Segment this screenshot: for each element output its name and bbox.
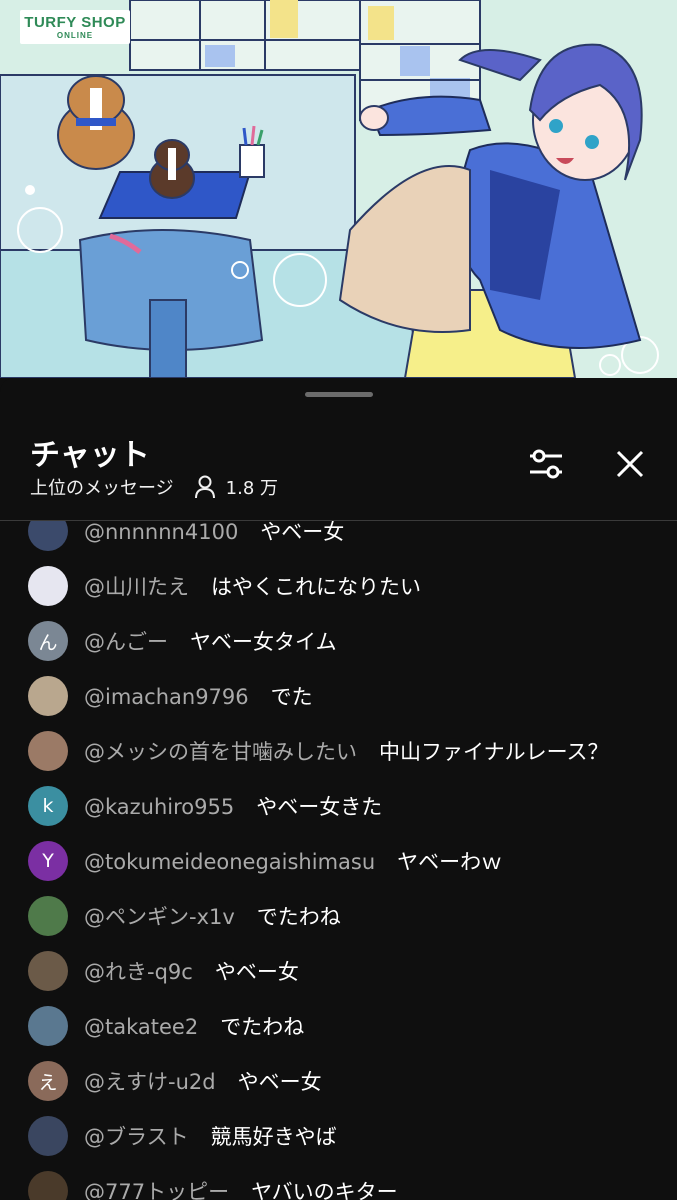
chat-message-text: ヤバいのキター bbox=[251, 1180, 398, 1200]
avatar[interactable]: ん bbox=[28, 621, 68, 661]
chat-author-name[interactable]: @んごー bbox=[84, 630, 168, 654]
avatar[interactable]: え bbox=[28, 1061, 68, 1101]
filter-button[interactable] bbox=[524, 444, 568, 484]
chat-message[interactable]: @山川たえ はやくこれになりたい bbox=[0, 566, 677, 606]
chat-author-name[interactable]: @れき-q9c bbox=[84, 960, 193, 984]
avatar[interactable] bbox=[28, 1006, 68, 1046]
chat-message-line: @山川たえ はやくこれになりたい bbox=[84, 571, 421, 601]
chat-message[interactable]: @takatee2 でたわね bbox=[0, 1006, 677, 1046]
chat-author-name[interactable]: @tokumeideonegaishimasu bbox=[84, 850, 375, 874]
drag-handle[interactable] bbox=[305, 392, 373, 397]
chat-message-text: でた bbox=[270, 685, 313, 709]
avatar[interactable] bbox=[28, 676, 68, 716]
avatar[interactable] bbox=[28, 1171, 68, 1200]
chat-message-line: @kazuhiro955 やベー女きた bbox=[84, 791, 382, 821]
chat-message-text: 競馬好きやば bbox=[210, 1125, 337, 1149]
chat-message-line: @777トッピー ヤバいのキター bbox=[84, 1176, 398, 1200]
chat-message-line: @tokumeideonegaishimasu ヤベーわｗ bbox=[84, 846, 502, 876]
chat-panel: チャット 上位のメッセージ 1.8 万 @nnnnnn4100 やベー女 @山川たえ… bbox=[0, 378, 677, 1200]
chat-message-text: やベー女 bbox=[260, 521, 345, 544]
chat-message[interactable]: @nnnnnn4100 やベー女 bbox=[0, 521, 677, 551]
chat-message-text: ヤベーわｗ bbox=[397, 850, 503, 874]
chat-message[interactable]: Y @tokumeideonegaishimasu ヤベーわｗ bbox=[0, 841, 677, 881]
avatar[interactable]: k bbox=[28, 786, 68, 826]
brand-logo: TURFY SHOP ONLINE bbox=[20, 10, 130, 44]
chat-author-name[interactable]: @imachan9796 bbox=[84, 685, 249, 709]
chat-message-text: 中山ファイナルレース？ bbox=[379, 740, 609, 764]
chat-message[interactable]: k @kazuhiro955 やベー女きた bbox=[0, 786, 677, 826]
viewer-count-value: 1.8 万 bbox=[225, 478, 278, 499]
chat-message-line: @メッシの首を甘噛みしたい 中山ファイナルレース？ bbox=[84, 736, 609, 766]
chat-subheader: 上位のメッセージ 1.8 万 bbox=[30, 474, 278, 500]
chat-message-line: @imachan9796 でた bbox=[84, 681, 313, 711]
chat-mode-selector[interactable]: 上位のメッセージ bbox=[30, 474, 174, 500]
chat-message-text: やベー女 bbox=[214, 960, 299, 984]
chat-message[interactable]: @777トッピー ヤバいのキター bbox=[0, 1171, 677, 1200]
chat-message-text: やベー女きた bbox=[256, 795, 383, 819]
chat-message[interactable]: @imachan9796 でた bbox=[0, 676, 677, 716]
chat-author-name[interactable]: @nnnnnn4100 bbox=[84, 521, 238, 544]
chat-author-name[interactable]: @777トッピー bbox=[84, 1180, 229, 1200]
chat-message-line: @えすけ-u2d やベー女 bbox=[84, 1066, 322, 1096]
chat-title: チャット bbox=[30, 438, 150, 473]
avatar[interactable] bbox=[28, 896, 68, 936]
close-button[interactable] bbox=[608, 444, 652, 484]
chat-message-text: はやくこれになりたい bbox=[211, 575, 421, 599]
chat-author-name[interactable]: @メッシの首を甘噛みしたい bbox=[84, 740, 357, 764]
chat-author-name[interactable]: @ペンギン-x1v bbox=[84, 905, 235, 929]
avatar[interactable] bbox=[28, 521, 68, 551]
logo-text-line1: TURFY SHOP bbox=[24, 13, 126, 31]
chat-message-text: やベー女 bbox=[237, 1070, 322, 1094]
chat-message-line: @んごー ヤベー女タイム bbox=[84, 626, 337, 656]
chat-message[interactable]: @ペンギン-x1v でたわね bbox=[0, 896, 677, 936]
chat-author-name[interactable]: @ブラスト bbox=[84, 1125, 189, 1149]
avatar[interactable]: Y bbox=[28, 841, 68, 881]
chat-message[interactable]: え @えすけ-u2d やベー女 bbox=[0, 1061, 677, 1101]
chat-author-name[interactable]: @takatee2 bbox=[84, 1015, 198, 1039]
chat-message[interactable]: @れき-q9c やベー女 bbox=[0, 951, 677, 991]
sliders-icon bbox=[530, 449, 562, 479]
chat-message[interactable]: ん @んごー ヤベー女タイム bbox=[0, 621, 677, 661]
chat-message-line: @ペンギン-x1v でたわね bbox=[84, 901, 341, 931]
chat-message[interactable]: @ブラスト 競馬好きやば bbox=[0, 1116, 677, 1156]
chat-message-line: @takatee2 でたわね bbox=[84, 1011, 304, 1041]
avatar[interactable] bbox=[28, 1116, 68, 1156]
chat-message-text: ヤベー女タイム bbox=[190, 630, 337, 654]
avatar[interactable] bbox=[28, 951, 68, 991]
video-player[interactable]: TURFY SHOP ONLINE bbox=[0, 0, 677, 378]
chat-message-text: でたわね bbox=[220, 1015, 305, 1039]
avatar[interactable] bbox=[28, 731, 68, 771]
person-icon bbox=[194, 475, 215, 499]
chat-message-line: @nnnnnn4100 やベー女 bbox=[84, 521, 344, 546]
avatar[interactable] bbox=[28, 566, 68, 606]
chat-message-line: @れき-q9c やベー女 bbox=[84, 956, 299, 986]
logo-text-line2: ONLINE bbox=[56, 30, 94, 40]
chat-author-name[interactable]: @山川たえ bbox=[84, 575, 189, 599]
chat-message-list[interactable]: @nnnnnn4100 やベー女 @山川たえ はやくこれになりたいん @んごー ヤベー女タ… bbox=[0, 521, 677, 1200]
chat-author-name[interactable]: @kazuhiro955 bbox=[84, 795, 234, 819]
viewer-count: 1.8 万 bbox=[194, 474, 278, 500]
chat-author-name[interactable]: @えすけ-u2d bbox=[84, 1070, 216, 1094]
chat-message-line: @ブラスト 競馬好きやば bbox=[84, 1121, 337, 1151]
chat-message-text: でたわね bbox=[256, 905, 341, 929]
close-icon bbox=[616, 450, 644, 478]
chat-message[interactable]: @メッシの首を甘噛みしたい 中山ファイナルレース？ bbox=[0, 731, 677, 771]
video-frame-illustration bbox=[0, 0, 677, 378]
